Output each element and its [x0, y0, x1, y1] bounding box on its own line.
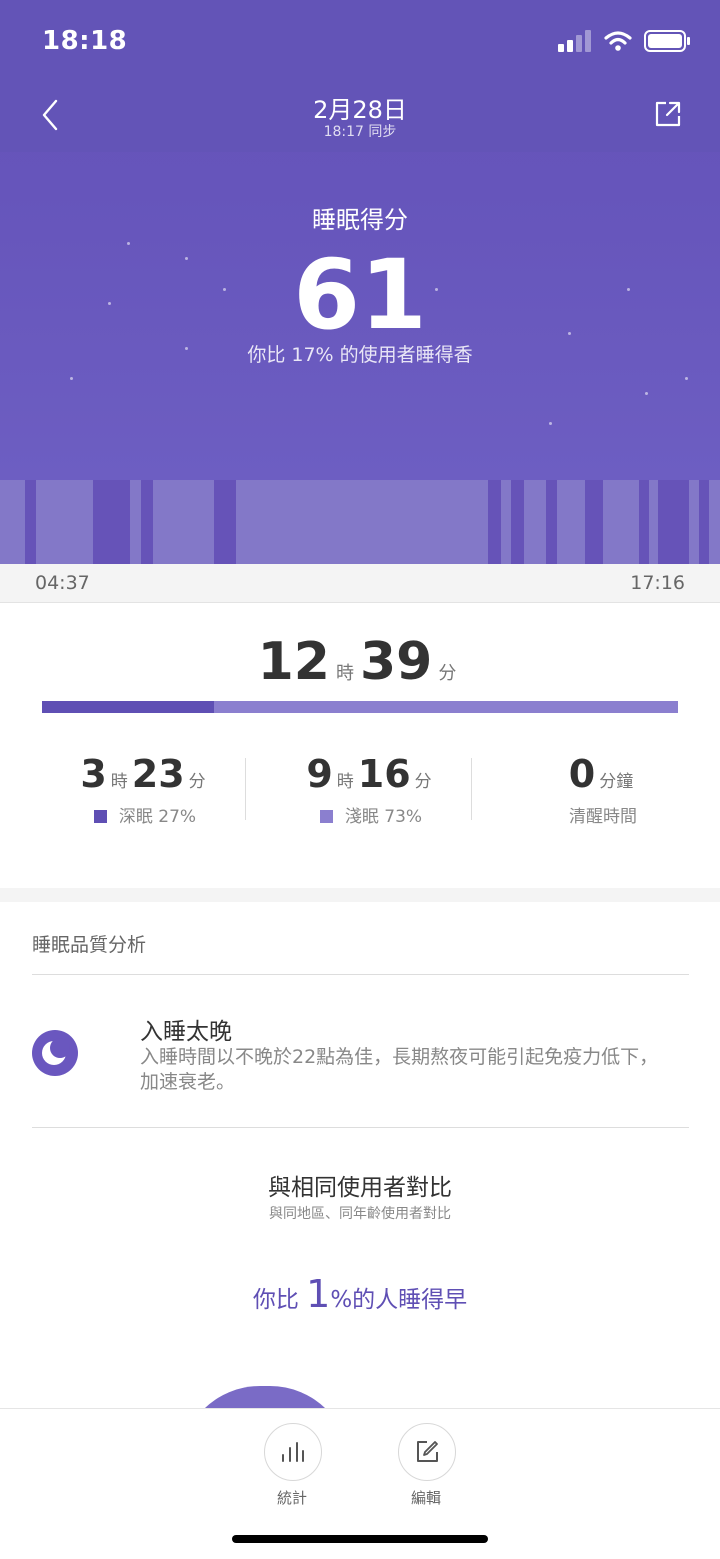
- deep-segment: [658, 480, 689, 564]
- light-sleep-stat: 9 時 16 分 淺眠 73%: [258, 752, 484, 827]
- deep-hours-unit: 時: [110, 772, 128, 792]
- comparison-number: 1: [306, 1272, 331, 1316]
- comparison-title: 與相同使用者對比: [268, 1175, 452, 1201]
- sync-time: 18:17 同步: [323, 124, 397, 140]
- sleep-ratio-bar: [42, 701, 678, 713]
- light-minutes: 16: [357, 752, 411, 796]
- share-button[interactable]: [652, 98, 684, 130]
- sleep-score: 61: [293, 239, 427, 351]
- home-indicator: [232, 1535, 488, 1543]
- deep-segment: [214, 480, 236, 564]
- comparison-prefix: 你比: [252, 1287, 307, 1313]
- status-icons: [558, 30, 690, 52]
- deep-legend-swatch: [93, 810, 107, 823]
- comparison-subtitle: 與同地區、同年齡使用者對比: [269, 1206, 451, 1222]
- deep-segment: [511, 480, 524, 564]
- share-icon: [655, 101, 681, 127]
- total-hours: 12: [257, 632, 330, 692]
- sleep-end-time: 17:16: [630, 572, 685, 594]
- total-minutes: 39: [360, 632, 433, 692]
- deep-hours: 3: [80, 752, 107, 796]
- edit-icon: [417, 1441, 438, 1462]
- deep-label: 深眠 27%: [118, 807, 197, 827]
- signal-icon: [558, 30, 591, 52]
- status-time: 18:18: [42, 26, 128, 56]
- stats-label[interactable]: 統計: [252, 1487, 332, 1508]
- hours-unit: 時: [336, 663, 354, 684]
- battery-icon: [644, 30, 690, 52]
- wifi-icon: [604, 31, 632, 51]
- awake-unit: 分鐘: [599, 772, 634, 792]
- analysis-item-title: 入睡太晚: [140, 1019, 232, 1045]
- divider: [32, 1127, 689, 1128]
- moon-icon: [32, 1030, 78, 1076]
- timeline-axis: 04:37 17:16: [0, 564, 720, 603]
- edit-button[interactable]: [398, 1423, 456, 1481]
- score-label: 睡眠得分: [312, 206, 408, 234]
- awake-label: 清醒時間: [569, 807, 637, 827]
- analysis-item-desc: 入睡時間以不晚於22點為佳，長期熬夜可能引起免疫力低下，加速衰老。: [140, 1046, 659, 1093]
- deep-segment: [585, 480, 603, 564]
- deep-segment: [141, 480, 153, 564]
- section-gap: [0, 888, 720, 902]
- analysis-section-title: 睡眠品質分析: [32, 934, 147, 956]
- minutes-unit: 分: [438, 663, 457, 684]
- deep-segment: [699, 480, 709, 564]
- light-minutes-unit: 分: [414, 772, 432, 792]
- deep-minutes: 23: [131, 752, 185, 796]
- stats-button[interactable]: [264, 1423, 322, 1481]
- awake-minutes: 0: [568, 752, 596, 796]
- deep-segment: [639, 480, 649, 564]
- deep-segment: [93, 480, 130, 564]
- light-hours-unit: 時: [336, 772, 354, 792]
- edit-label[interactable]: 編輯: [386, 1487, 466, 1508]
- light-legend-swatch: [319, 810, 333, 823]
- stat-divider: [471, 758, 472, 820]
- score-comparison: 你比 17% 的使用者睡得香: [247, 344, 473, 366]
- stat-divider: [245, 758, 246, 820]
- comparison-suffix: %的人睡得早: [330, 1287, 468, 1313]
- deep-segment: [546, 480, 557, 564]
- light-label: 淺眠 73%: [344, 807, 423, 827]
- deep-segment: [25, 480, 36, 564]
- awake-stat: 0 分鐘 清醒時間: [490, 752, 716, 827]
- total-duration: 12 時 39 分: [0, 632, 720, 692]
- deep-minutes-unit: 分: [188, 772, 206, 792]
- sleep-stage-chart: [0, 480, 720, 564]
- comparison-result: 你比 1%的人睡得早: [0, 1272, 720, 1316]
- deep-segment: [488, 480, 501, 564]
- sleep-start-time: 04:37: [35, 572, 90, 594]
- divider: [32, 974, 689, 975]
- light-hours: 9: [306, 752, 333, 796]
- bar-chart-icon: [282, 1442, 304, 1462]
- page-title: 2月28日: [313, 96, 407, 124]
- deep-ratio-fill: [42, 701, 214, 713]
- deep-sleep-stat: 3 時 23 分 深眠 27%: [32, 752, 258, 827]
